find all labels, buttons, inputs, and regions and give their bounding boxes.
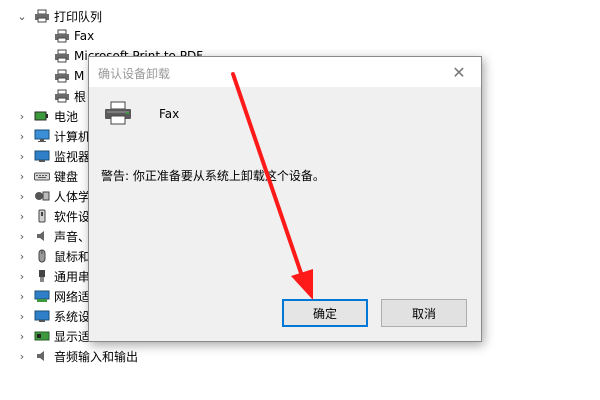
chevron-right-icon[interactable]: › bbox=[16, 166, 28, 186]
chevron-right-icon[interactable]: › bbox=[16, 146, 28, 166]
close-icon[interactable]: ✕ bbox=[437, 57, 481, 87]
chevron-right-icon[interactable]: › bbox=[16, 286, 28, 306]
chevron-down-icon[interactable]: ⌄ bbox=[16, 6, 28, 26]
tree-item-label: 通用串 bbox=[54, 269, 91, 284]
chevron-right-icon[interactable]: › bbox=[16, 306, 28, 326]
chevron-right-icon[interactable]: › bbox=[16, 246, 28, 266]
keyboard-icon bbox=[34, 169, 50, 183]
chevron-right-icon[interactable]: › bbox=[16, 206, 28, 226]
tree-item-label: Fax bbox=[74, 29, 95, 43]
audio-io-icon bbox=[34, 349, 50, 363]
tree-item-label: 计算机 bbox=[54, 129, 91, 144]
dialog-title: 确认设备卸载 bbox=[98, 67, 171, 81]
tree-item-label: 根 bbox=[74, 89, 87, 104]
tree-item-usb[interactable]: › 通用串 bbox=[16, 266, 90, 286]
tree-item-print-queues[interactable]: ⌄ 打印队列 bbox=[16, 6, 102, 26]
tree-item-software-device[interactable]: › 软件设 bbox=[16, 206, 90, 226]
tree-item-label: 人体学 bbox=[54, 189, 91, 204]
confirm-uninstall-dialog: 确认设备卸载 ✕ Fax 警告: 你正准备要从系统上卸载这个设备。 确定 取消 bbox=[88, 56, 482, 342]
computer-icon bbox=[34, 129, 50, 143]
printer-icon bbox=[34, 9, 50, 23]
printer-icon bbox=[54, 69, 70, 83]
usb-icon bbox=[34, 269, 50, 283]
tree-item-label: 打印队列 bbox=[54, 9, 103, 24]
tree-item-hid[interactable]: › 人体学 bbox=[16, 186, 90, 206]
system-device-icon bbox=[34, 309, 50, 323]
tree-item-computer[interactable]: › 计算机 bbox=[16, 126, 90, 146]
device-name: Fax bbox=[159, 107, 180, 121]
tree-item-label: 电池 bbox=[54, 109, 79, 124]
tree-item-label: 监视器 bbox=[54, 149, 91, 164]
chevron-right-icon[interactable]: › bbox=[16, 126, 28, 146]
tree-item-fax[interactable]: Fax bbox=[48, 26, 94, 46]
printer-icon bbox=[54, 29, 70, 43]
tree-item-label: 声音、 bbox=[54, 229, 91, 244]
tree-item-network-adapter[interactable]: › 网络适 bbox=[16, 286, 90, 306]
chevron-right-icon[interactable]: › bbox=[16, 106, 28, 126]
tree-item-label: 系统设 bbox=[54, 309, 91, 324]
tree-item-printer-root[interactable]: 根 bbox=[48, 86, 86, 106]
chevron-right-icon[interactable]: › bbox=[16, 326, 28, 346]
chevron-right-icon[interactable]: › bbox=[16, 346, 28, 366]
tree-item-battery[interactable]: › 电池 bbox=[16, 106, 78, 126]
monitor-icon bbox=[34, 149, 50, 163]
warning-text: 警告: 你正准备要从系统上卸载这个设备。 bbox=[101, 169, 325, 183]
tree-item-label: 鼠标和 bbox=[54, 249, 91, 264]
tree-item-printer-m[interactable]: M bbox=[48, 66, 84, 86]
fax-printer-icon bbox=[103, 101, 133, 125]
tree-item-audio-io[interactable]: › 音频输入和输出 bbox=[16, 346, 138, 366]
tree-item-label: 键盘 bbox=[54, 169, 79, 184]
battery-icon bbox=[34, 109, 50, 123]
mouse-icon bbox=[34, 249, 50, 263]
tree-item-label: 音频输入和输出 bbox=[54, 349, 139, 364]
tree-item-label: 软件设 bbox=[54, 209, 91, 224]
tree-item-keyboard[interactable]: › 键盘 bbox=[16, 166, 78, 186]
dialog-titlebar[interactable]: 确认设备卸载 ✕ bbox=[89, 57, 481, 87]
chevron-right-icon[interactable]: › bbox=[16, 266, 28, 286]
software-device-icon bbox=[34, 209, 50, 223]
chevron-right-icon[interactable]: › bbox=[16, 186, 28, 206]
speaker-icon bbox=[34, 229, 50, 243]
printer-icon bbox=[54, 89, 70, 103]
tree-item-label: M bbox=[74, 69, 85, 83]
printer-icon bbox=[54, 49, 70, 63]
ok-button[interactable]: 确定 bbox=[282, 299, 368, 327]
display-adapter-icon bbox=[34, 329, 50, 343]
tree-item-label: 显示适 bbox=[54, 329, 91, 344]
tree-item-system-device[interactable]: › 系统设 bbox=[16, 306, 90, 326]
tree-item-mouse[interactable]: › 鼠标和 bbox=[16, 246, 90, 266]
chevron-right-icon[interactable]: › bbox=[16, 226, 28, 246]
cancel-button[interactable]: 取消 bbox=[381, 299, 467, 327]
tree-item-monitor[interactable]: › 监视器 bbox=[16, 146, 90, 166]
hid-icon bbox=[34, 189, 50, 203]
tree-item-display-adapter[interactable]: › 显示适 bbox=[16, 326, 90, 346]
network-adapter-icon bbox=[34, 289, 50, 303]
tree-item-sound[interactable]: › 声音、 bbox=[16, 226, 90, 246]
dialog-body: Fax 警告: 你正准备要从系统上卸载这个设备。 确定 取消 bbox=[89, 87, 481, 341]
tree-item-label: 网络适 bbox=[54, 289, 91, 304]
